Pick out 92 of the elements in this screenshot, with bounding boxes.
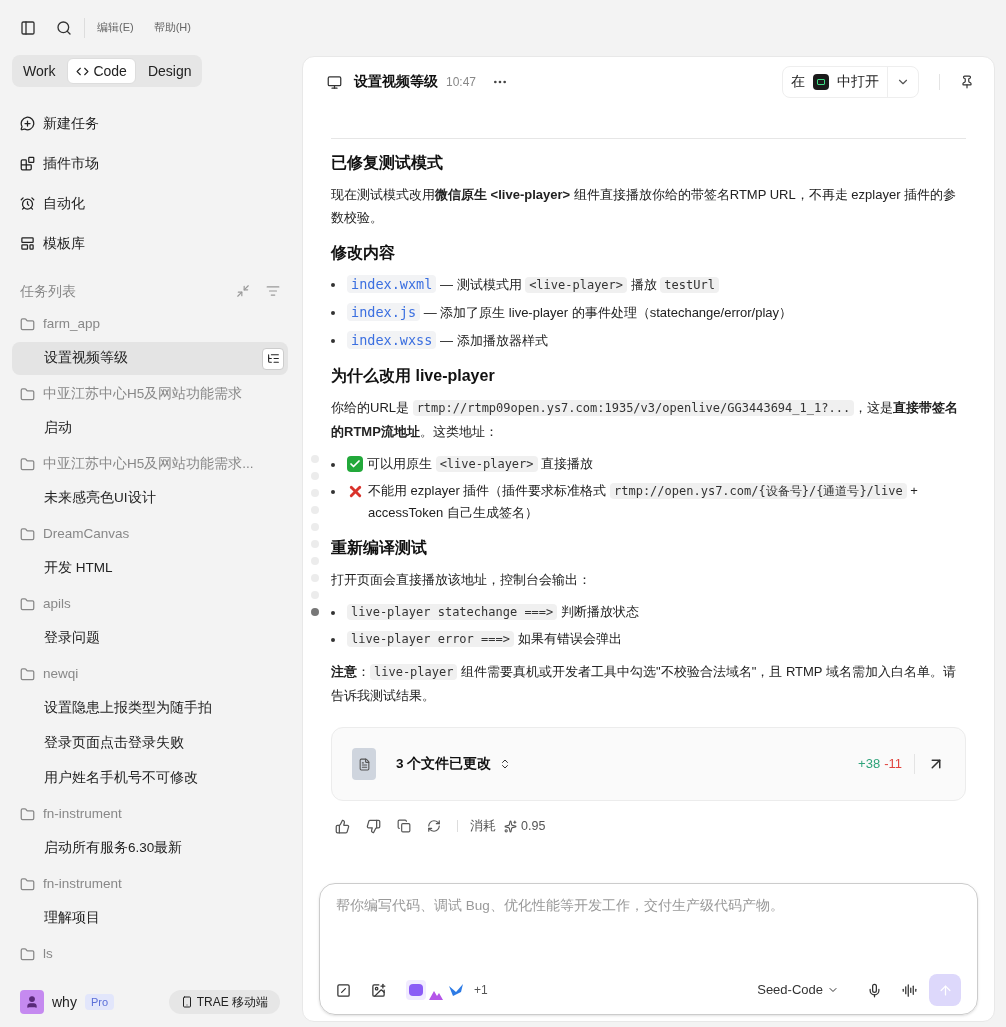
folder-icon <box>20 877 35 892</box>
task-item[interactable]: 未来感亮色UI设计 <box>12 482 288 515</box>
section-title: 任务列表 <box>20 281 76 301</box>
mode-tab[interactable]: Work <box>15 58 64 84</box>
task-item[interactable]: 设置视频等级 <box>12 342 288 375</box>
list-item-text: live-player error ===> 如果有错误会弹出 <box>347 628 622 650</box>
list-bullet <box>331 283 335 287</box>
sidebar-toggle-icon[interactable] <box>20 19 36 36</box>
message-paragraph: 你给的URL是 rtmp://rtmp09open.ys7.com:1935/v3/openlive/GG3443694_1_1?... ，这是直接带签名的RTMP流地址。这类地址： <box>331 399 960 441</box>
check-icon <box>347 456 363 472</box>
folder-icon <box>20 947 35 962</box>
retry-icon[interactable] <box>427 819 441 834</box>
search-icon[interactable] <box>56 19 72 36</box>
voice-icon[interactable] <box>902 982 917 998</box>
user-name: why <box>52 992 77 1012</box>
outline-icon[interactable] <box>262 347 284 370</box>
folder-icon <box>20 667 35 682</box>
list-item-text: live-player statechange ===> 判断播放状态 <box>347 601 639 623</box>
task-item[interactable]: 登录问题 <box>12 622 288 655</box>
chat-time: 10:47 <box>446 74 477 91</box>
cross-icon <box>347 483 364 500</box>
mode-tab[interactable]: Design <box>139 58 200 84</box>
message-paragraph: 现在测试模式改用微信原生 <live-player> 组件直接播放你给的带签名RTMP URL，不再走 ezplayer 插件的参数校验。 <box>331 186 958 227</box>
avatar[interactable] <box>20 990 44 1014</box>
file-link[interactable]: index.wxss <box>347 331 437 349</box>
thumbs-down-icon[interactable] <box>366 818 381 834</box>
thumbs-up-icon[interactable] <box>335 818 350 834</box>
open-in-before: 在 <box>791 72 805 91</box>
list-bullet <box>331 339 335 343</box>
nav-item[interactable]: 模板库 <box>0 223 300 263</box>
file-icon <box>352 748 376 780</box>
usage-label: 消耗 <box>470 818 496 835</box>
folder-icon <box>20 807 35 822</box>
mobile-button[interactable]: TRAE 移动端 <box>168 990 280 1014</box>
plan-badge: Pro <box>84 993 115 1011</box>
list-bullet <box>331 311 335 315</box>
list-item-text: index.wxml — 测试模式用 <live-player> 播放 testUrl <box>347 273 719 296</box>
section-heading: 修改内容 <box>331 243 395 263</box>
chat-title: 设置视频等级 <box>354 72 438 91</box>
list-bullet <box>331 490 335 494</box>
message-paragraph: 打开页面会直接播放该地址，控制台会输出： <box>331 571 592 589</box>
usage-value: 0.95 <box>521 818 546 835</box>
task-item[interactable]: 登录页面点击登录失败 <box>12 727 288 760</box>
terminal-app-icon <box>813 74 829 90</box>
model-selector[interactable]: Seed-Code <box>757 980 839 1000</box>
message-paragraph: 注意： live-player 组件需要真机或开发者工具中勾选"不校验合法域名"，且 RTMP 域名需加入白名单。请告诉我测试结果。 <box>331 663 957 705</box>
list-item-text: index.wxss — 添加播放器样式 <box>347 329 548 352</box>
changes-title[interactable]: 3 个文件已更改 <box>396 753 492 775</box>
list-item-text: 不能用 ezplayer 插件（插件要求标准格式 rtmp://open.ys7.com/{设备号}/{通道号}/live + accessToken 自己生成签名） <box>368 482 919 522</box>
section-heading: 为什么改用 live-player <box>331 366 495 386</box>
menu-item[interactable]: 帮助(H) <box>153 19 191 36</box>
open-in-control[interactable]: 在 中打开 <box>782 66 919 98</box>
section-heading: 已修复测试模式 <box>331 153 443 173</box>
copy-icon[interactable] <box>397 819 411 834</box>
lines-removed: -11 <box>884 755 902 774</box>
folder-icon <box>20 597 35 612</box>
open-in-after: 中打开 <box>837 72 879 91</box>
task-item[interactable]: 理解项目 <box>12 902 288 935</box>
lines-added: +38 <box>858 755 881 774</box>
sparkle-icon <box>504 819 517 833</box>
task-item[interactable]: 启动所有服务6.30最新 <box>12 832 288 865</box>
nav-item[interactable]: 新建任务 <box>0 103 300 143</box>
menu-item[interactable]: 编辑(E) <box>97 19 134 36</box>
pin-icon[interactable] <box>960 75 974 89</box>
list-bullet <box>331 463 335 467</box>
file-link[interactable]: index.js <box>347 303 421 321</box>
phone-icon <box>180 996 193 1008</box>
list-item-text: 可以用原生 <live-player> 直接播放 <box>367 455 594 474</box>
folder-icon <box>20 457 35 472</box>
file-link[interactable]: index.wxml <box>347 275 437 293</box>
nav-item[interactable]: 插件市场 <box>0 143 300 183</box>
list-item-text: index.js — 添加了原生 live-player 的事件处理（statechange/error/play） <box>347 301 793 324</box>
clock-icon <box>20 195 35 211</box>
collapse-icon[interactable] <box>236 284 250 298</box>
microphone-icon[interactable] <box>867 982 882 998</box>
command-icon[interactable] <box>336 982 351 998</box>
task-item[interactable]: 启动 <box>12 412 288 445</box>
folder-icon <box>20 387 35 402</box>
task-item[interactable]: 开发 HTML <box>12 552 288 585</box>
folder-icon <box>20 317 35 332</box>
section-heading: 重新编译测试 <box>331 538 427 558</box>
list-bullet <box>331 638 335 642</box>
mode-tab[interactable]: Code <box>67 58 136 84</box>
folder-icon <box>20 527 35 542</box>
task-item[interactable]: 用户姓名手机号不可修改 <box>12 762 288 795</box>
image-icon[interactable] <box>371 982 386 998</box>
nav-item[interactable]: 自动化 <box>0 183 300 223</box>
task-item[interactable]: 设置隐患上报类型为随手拍 <box>12 692 288 725</box>
monitor-icon <box>327 74 342 90</box>
list-bullet <box>331 611 335 615</box>
prompt-field[interactable]: 帮你编写代码、调试 Bug、优化性能等开发工作，交付生产级代码产物。 +1 Seed-Code <box>319 883 978 1015</box>
extra-count[interactable]: +1 <box>474 981 488 999</box>
